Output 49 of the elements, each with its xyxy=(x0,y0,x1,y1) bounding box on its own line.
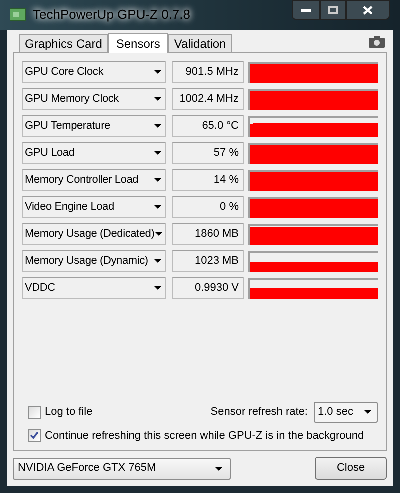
refresh-rate-dropdown[interactable]: 1.0 sec xyxy=(314,402,378,422)
caret-icon xyxy=(364,410,372,414)
sensor-value: 14 % xyxy=(172,169,244,191)
sensor-dropdown[interactable]: GPU Load xyxy=(22,142,166,164)
minimize-icon xyxy=(301,8,311,12)
refresh-rate-label: Sensor refresh rate: xyxy=(210,404,308,420)
sensor-value: 1002.4 MHz xyxy=(172,88,244,110)
caret-icon xyxy=(154,124,162,128)
sensor-value: 1860 MB xyxy=(172,223,244,245)
device-dropdown[interactable]: NVIDIA GeForce GTX 765M xyxy=(13,458,231,480)
maximize-icon xyxy=(328,6,338,14)
continue-refreshing-label: Continue refreshing this screen while GPU-Z is in the background xyxy=(45,428,364,444)
log-to-file-label: Log to file xyxy=(45,404,93,420)
app-icon xyxy=(10,8,26,22)
tab[interactable]: Sensors xyxy=(108,33,168,53)
sensor-dropdown[interactable]: Memory Usage (Dedicated) xyxy=(22,223,166,245)
sensor-dropdown[interactable]: GPU Memory Clock xyxy=(22,88,166,110)
caret-icon xyxy=(154,178,162,182)
sensor-dropdown[interactable]: GPU Temperature xyxy=(22,115,166,137)
tab[interactable]: Validation xyxy=(168,34,232,52)
caret-icon xyxy=(154,205,162,209)
tab[interactable]: Graphics Card xyxy=(19,34,108,52)
sensor-value: 57 % xyxy=(172,142,244,164)
sensor-value: 901.5 MHz xyxy=(172,61,244,83)
window-title: TechPowerUp GPU-Z 0.7.8 xyxy=(33,6,191,24)
sensor-value: 65.0 °C xyxy=(172,115,244,137)
sensor-value: 1023 MB xyxy=(172,250,244,272)
sensor-value: 0.9930 V xyxy=(172,277,244,299)
caret-icon xyxy=(215,466,223,470)
sensor-value: 0 % xyxy=(172,196,244,218)
close-window-button[interactable] xyxy=(346,0,390,20)
checkbox[interactable] xyxy=(28,406,41,418)
camera-icon[interactable] xyxy=(369,36,385,48)
caret-icon xyxy=(154,151,162,155)
caret-icon xyxy=(154,232,163,236)
maximize-button[interactable] xyxy=(320,0,346,20)
caret-icon xyxy=(154,286,162,290)
checkbox[interactable] xyxy=(28,429,41,442)
sensor-dropdown[interactable]: Memory Controller Load xyxy=(22,169,166,191)
sensor-dropdown[interactable]: Video Engine Load xyxy=(22,196,166,218)
sensor-dropdown[interactable]: GPU Core Clock xyxy=(22,61,166,83)
close-button[interactable]: Close xyxy=(315,457,387,480)
sensor-dropdown[interactable]: VDDC xyxy=(22,277,166,299)
close-icon xyxy=(363,6,373,14)
caret-icon xyxy=(154,70,162,74)
minimize-button[interactable] xyxy=(292,0,320,20)
caret-icon xyxy=(154,97,162,101)
sensor-dropdown[interactable]: Memory Usage (Dynamic) xyxy=(22,250,166,272)
caret-icon xyxy=(154,259,162,263)
